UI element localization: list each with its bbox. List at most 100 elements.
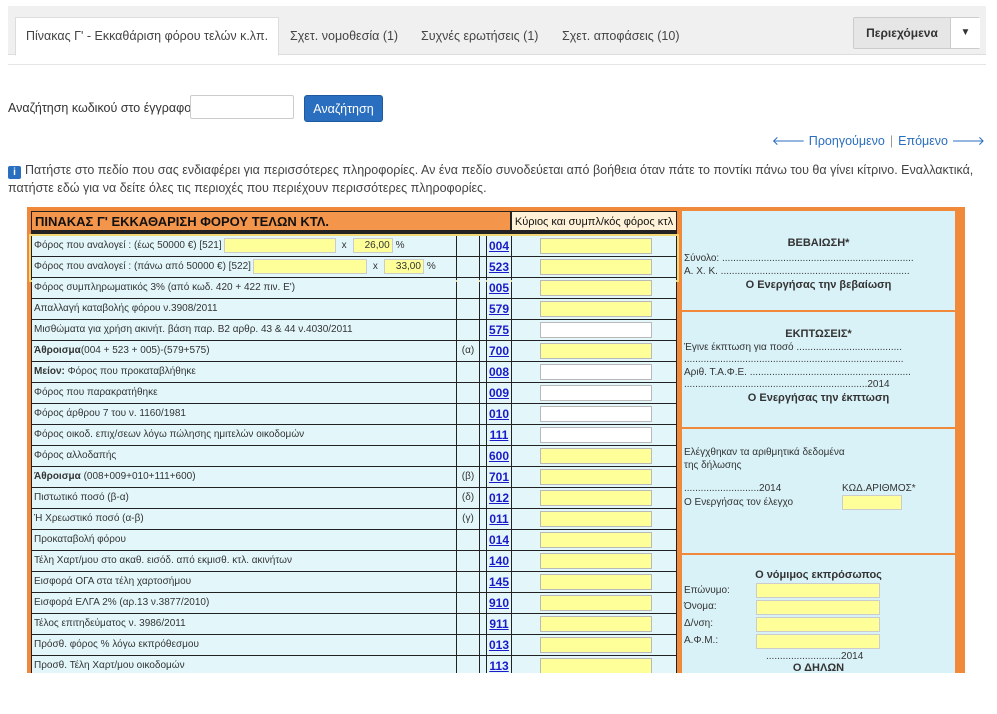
amount-field[interactable] [540,553,652,569]
row-code-link[interactable]: 012 [489,491,509,505]
table-row: Φόρος που παρακρατήθηκε 009 [31,383,677,403]
amount-field[interactable] [540,322,652,338]
row-code-link[interactable]: 910 [489,596,509,610]
row-label-cell: Ή Χρεωστικό ποσό (α-β) [32,509,456,529]
row-label-cell: Πρόσθ. φόρος % λόγω εκπρόθεσμου [32,635,456,655]
rep-surname-field[interactable] [756,583,880,598]
info-message[interactable]: Πατήστε στο πεδίο που σας ενδιαφέρει για… [8,163,973,195]
row-code-link[interactable]: 005 [489,281,509,295]
row-label: Φόρος αλλοδαπής [34,450,117,461]
amount-field[interactable] [540,280,652,296]
tab-legislation[interactable]: Σχετ. νομοθεσία (1) [280,18,408,55]
table-row: Τέλη Χαρτ/μου στο ακαθ. εισόδ. από εκμισ… [31,551,677,571]
search-button[interactable]: Αναζήτηση [304,95,383,122]
amount-field[interactable] [540,616,652,632]
amount-cell [512,614,676,634]
chevron-down-icon[interactable]: ▼ [950,18,980,48]
row-code-link[interactable]: 014 [489,533,509,547]
row-label-cell: Προκαταβολή φόρου [32,530,456,550]
row-spacer [480,656,486,673]
rep-address-label: Δ/νση: [684,618,713,629]
amount-field[interactable] [540,595,652,611]
row-mark [457,614,479,634]
row-code-cell: 575 [487,320,511,340]
amount-field[interactable] [540,406,652,422]
row-label-bold: Άθροισμα [34,345,81,356]
amount-field[interactable] [540,658,652,673]
tab-table-c[interactable]: Πίνακας Γ' - Εκκαθάριση φόρου τελών κ.λπ… [15,17,280,56]
row-code-link[interactable]: 013 [489,638,509,652]
row-label: Ή Χρεωστικό ποσό (α-β) [34,513,144,524]
row-label-cell: Φόρος άρθρου 7 του ν. 1160/1981 [32,404,456,424]
rep-name-label: Όνομα: [684,601,717,612]
row-code-link[interactable]: 009 [489,386,509,400]
row-spacer [480,425,486,445]
office-panel: ΒΕΒΑΙΩΣΗ* Σύνολο: ......................… [682,211,955,673]
pager: 🡐 Προηγούμενο | Επόμενο 🡒 [772,134,985,149]
amount-field[interactable] [540,469,652,485]
row-label-cell: Απαλλαγή καταβολής φόρου ν.3908/2011 [32,299,456,319]
amount-field[interactable] [540,574,652,590]
search-input[interactable] [190,95,294,119]
row-code-cell: 011 [487,509,511,529]
amount-field[interactable] [540,511,652,527]
next-link[interactable]: Επόμενο 🡒 [898,134,985,148]
table-row: Προσθ. Τέλη Χαρτ/μου οικοδομών 113 [31,656,677,673]
table-row: Εισφορά ΟΓΑ στα τέλη χαρτοσήμου 145 [31,572,677,592]
row-code-link[interactable]: 579 [489,302,509,316]
amount-field[interactable] [540,364,652,380]
row-label-cell: Μισθώματα για χρήση ακινήτ. βάση παρ. Β2… [32,320,456,340]
amount-field[interactable] [540,301,652,317]
check-code-field[interactable] [842,495,902,510]
amount-cell [512,530,676,550]
rep-afm-field[interactable] [756,634,880,649]
row-label-bold: Μείον: [34,366,65,377]
check-text: της δήλωσης [684,460,742,471]
row-code-link[interactable]: 008 [489,365,509,379]
row-label: Φόρος οικοδ. επιχ/σεων λόγω πώλησης ημιτ… [34,429,305,440]
row-label-cell: Φόρος αλλοδαπής [32,446,456,466]
check-sign: Ο Ενεργήσας τον έλεγχο [684,497,794,508]
row-code-link[interactable]: 113 [489,659,508,673]
row-code-link[interactable]: 600 [489,449,509,463]
tab-faq[interactable]: Συχνές ερωτήσεις (1) [411,18,548,55]
contents-dropdown[interactable]: Περιεχόμενα ▼ [853,17,980,49]
row-code-link[interactable]: 701 [489,470,509,484]
amount-cell [512,278,676,298]
amount-cell [512,446,676,466]
row-code-cell: 009 [487,383,511,403]
amount-field[interactable] [540,343,652,359]
row-spacer [480,341,486,361]
row-label-cell: Φόρος συμπληρωματικός 3% (από κωδ. 420 +… [32,278,456,298]
row-mark: (δ) [457,488,479,508]
row-code-link[interactable]: 145 [489,575,509,589]
amount-field[interactable] [540,532,652,548]
amount-field[interactable] [540,448,652,464]
row-code-link[interactable]: 011 [489,512,508,526]
previous-link[interactable]: 🡐 Προηγούμενο [772,134,885,148]
row-spacer [480,509,486,529]
row-code-link[interactable]: 700 [489,344,509,358]
row-code-link[interactable]: 140 [489,554,509,568]
row-mark [457,383,479,403]
row-spacer [480,614,486,634]
rep-sign: Ο ΔΗΛΩΝ [792,662,845,673]
row-code-link[interactable]: 575 [489,323,509,337]
rep-address-field[interactable] [756,617,880,632]
row-code-cell: 010 [487,404,511,424]
amount-field[interactable] [540,490,652,506]
row-code-link[interactable]: 911 [489,617,508,631]
row-mark [457,299,479,319]
row-label: Μισθώματα για χρήση ακινήτ. βάση παρ. Β2… [34,324,353,335]
tab-decisions[interactable]: Σχετ. αποφάσεις (10) [552,18,690,55]
check-code-label: ΚΩΔ.ΑΡΙΘΜΟΣ* [842,483,916,494]
row-mark [457,572,479,592]
row-code-link[interactable]: 111 [490,428,509,442]
amount-cell [512,572,676,592]
row-label: Φόρος άρθρου 7 του ν. 1160/1981 [34,408,186,419]
row-code-link[interactable]: 010 [489,407,509,421]
rep-name-field[interactable] [756,600,880,615]
amount-field[interactable] [540,637,652,653]
amount-field[interactable] [540,427,652,443]
amount-field[interactable] [540,385,652,401]
